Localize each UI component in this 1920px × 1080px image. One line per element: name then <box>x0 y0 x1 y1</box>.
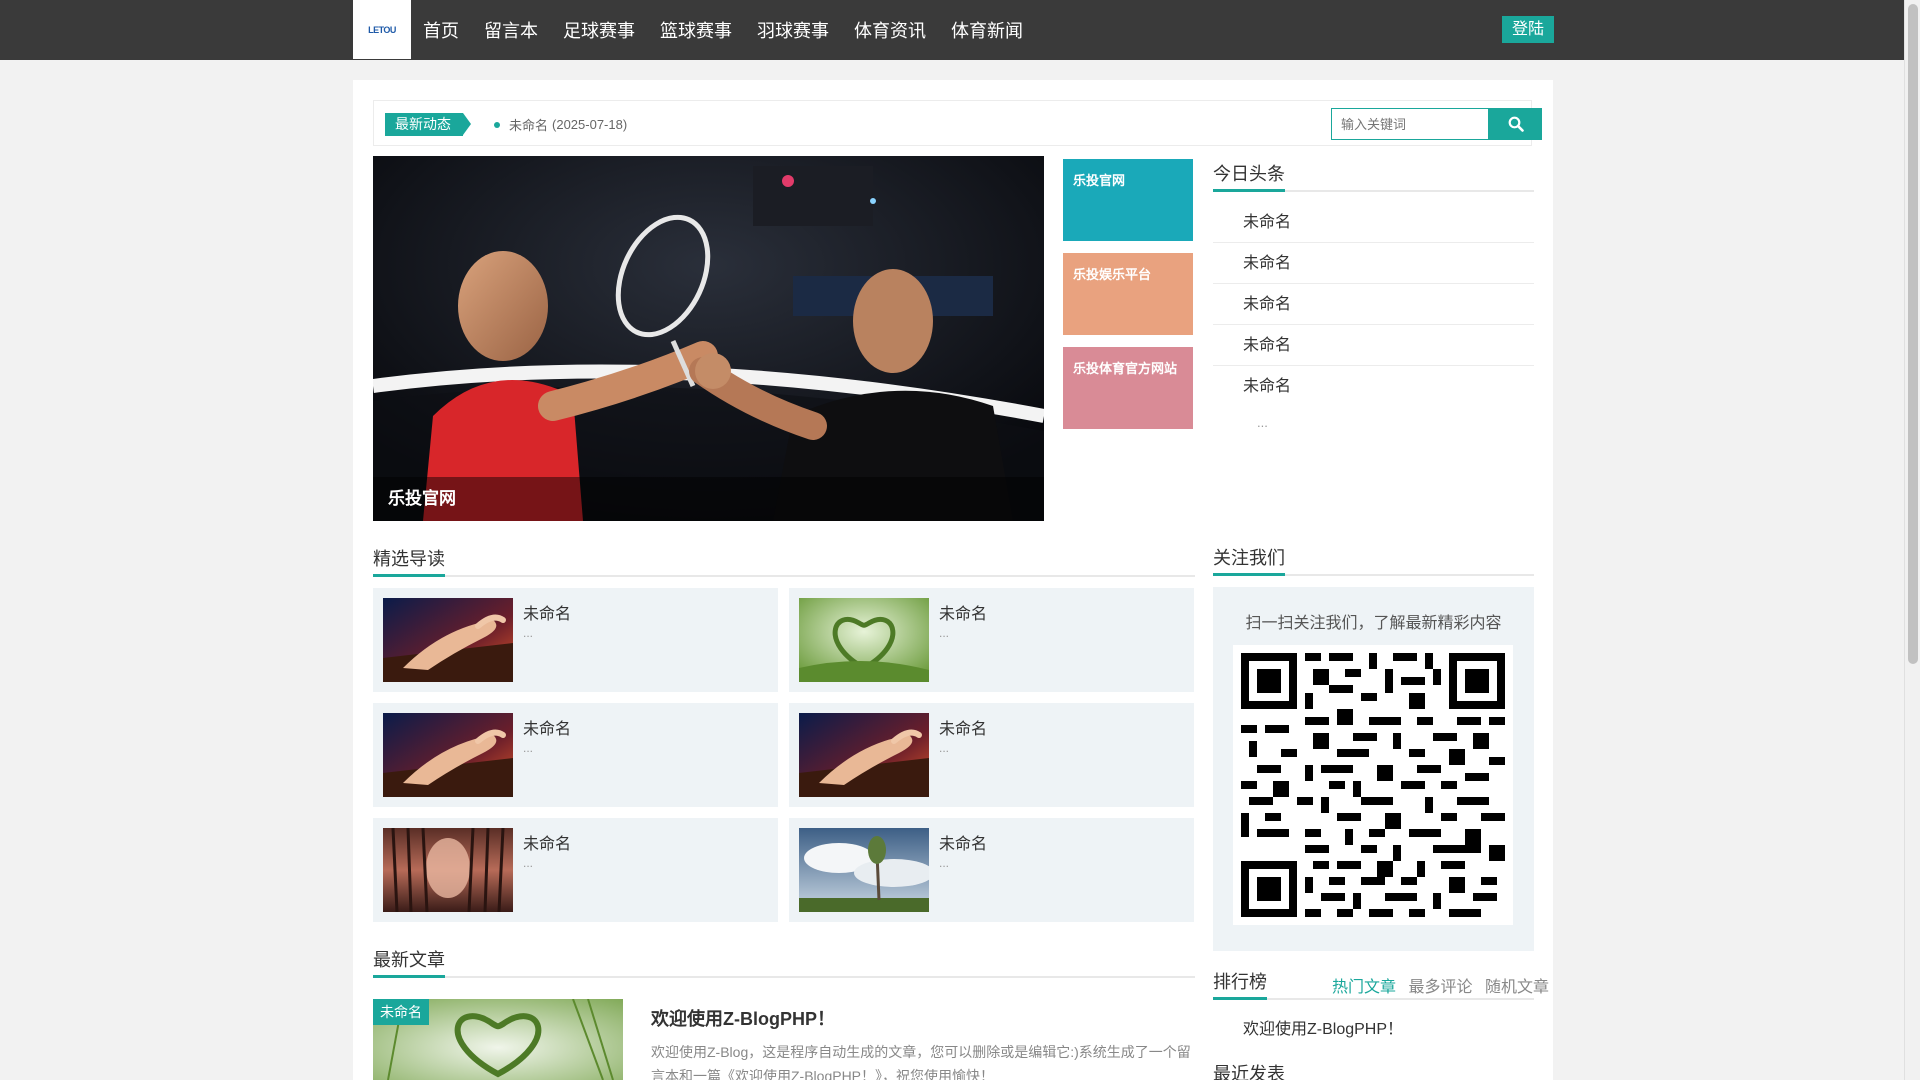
card-title[interactable]: 未命名 <box>523 830 571 854</box>
card-thumbnail[interactable] <box>799 713 929 797</box>
headline-item[interactable]: 未命名 <box>1213 284 1534 325</box>
article-thumbnail[interactable]: 未命名 <box>373 999 623 1080</box>
nav-item-basketball[interactable]: 篮球赛事 <box>660 17 732 43</box>
scrollbar-thumb[interactable] <box>1908 4 1918 664</box>
search-input[interactable] <box>1331 108 1489 140</box>
featured-underline <box>373 574 445 577</box>
bullet-dot-icon <box>494 121 500 128</box>
featured-card[interactable]: 未命名 ... <box>789 703 1194 807</box>
follow-box: 扫一扫关注我们，了解最新精彩内容 <box>1213 587 1534 951</box>
headlines-more: ... <box>1257 415 1268 430</box>
follow-text: 扫一扫关注我们，了解最新精彩内容 <box>1245 615 1502 632</box>
follow-title: 关注我们 <box>1213 548 1285 568</box>
card-thumbnail[interactable] <box>383 828 513 912</box>
headline-item[interactable]: 未命名 <box>1213 243 1534 284</box>
tab-most-comments[interactable]: 最多评论 <box>1408 979 1472 996</box>
news-ticker: 最新动态 未命名 (2025-07-18) <box>373 100 1542 146</box>
logo-text: LETOU <box>368 24 396 35</box>
main-menu: 首页 留言本 足球赛事 篮球赛事 羽球赛事 体育资讯 体育新闻 <box>423 0 1048 60</box>
card-desc: ... <box>939 626 950 640</box>
card-title[interactable]: 未命名 <box>523 715 571 739</box>
ranking-underline <box>1213 997 1267 1000</box>
headlines-title: 今日头条 <box>1213 164 1285 184</box>
card-title[interactable]: 未命名 <box>939 600 987 624</box>
site-logo[interactable]: LETOU <box>353 0 411 59</box>
featured-card[interactable]: 未命名 ... <box>789 588 1194 692</box>
nav-item-guestbook[interactable]: 留言本 <box>484 17 538 43</box>
card-desc: ... <box>939 741 950 755</box>
card-desc: ... <box>523 856 534 870</box>
follow-underline <box>1213 573 1285 576</box>
hero-slider[interactable]: 乐投官网 <box>373 156 1044 521</box>
tile-letou-official[interactable]: 乐投官网 <box>1063 159 1193 241</box>
card-thumbnail[interactable] <box>799 598 929 682</box>
card-title[interactable]: 未命名 <box>939 715 987 739</box>
card-title[interactable]: 未命名 <box>939 830 987 854</box>
ticker-item-date: (2025-07-18) <box>552 117 628 132</box>
qr-code-icon <box>1241 653 1505 917</box>
article-title[interactable]: 欢迎使用Z-BlogPHP！ <box>651 1005 835 1031</box>
card-title[interactable]: 未命名 <box>523 600 571 624</box>
nav-item-sports-news[interactable]: 体育新闻 <box>951 17 1023 43</box>
tab-hot-articles[interactable]: 热门文章 <box>1332 979 1396 996</box>
tile-letou-entertainment[interactable]: 乐投娱乐平台 <box>1063 253 1193 335</box>
featured-divider <box>373 575 1195 577</box>
featured-card[interactable]: 未命名 ... <box>789 818 1194 922</box>
latest-title: 最新文章 <box>373 950 445 970</box>
article-category-badge[interactable]: 未命名 <box>373 999 429 1025</box>
card-thumbnail[interactable] <box>383 713 513 797</box>
card-desc: ... <box>523 626 534 640</box>
ticker-item-title[interactable]: 未命名 <box>509 115 548 134</box>
featured-card[interactable]: 未命名 ... <box>373 703 778 807</box>
page-scrollbar[interactable] <box>1904 0 1920 1080</box>
login-button[interactable]: 登陆 <box>1502 16 1554 43</box>
ranking-title: 排行榜 <box>1213 972 1267 992</box>
tab-random-articles[interactable]: 随机文章 <box>1485 979 1549 996</box>
search-button[interactable] <box>1489 108 1542 140</box>
recent-title: 最近发表 <box>1213 1064 1285 1080</box>
card-thumbnail[interactable] <box>799 828 929 912</box>
slider-image <box>373 156 1044 521</box>
top-nav: LETOU 首页 留言本 足球赛事 篮球赛事 羽球赛事 体育资讯 体育新闻 登陆 <box>0 0 1904 60</box>
nav-item-sports-info[interactable]: 体育资讯 <box>854 17 926 43</box>
featured-card[interactable]: 未命名 ... <box>373 818 778 922</box>
latest-underline <box>373 975 445 978</box>
ticker-item[interactable]: 未命名 (2025-07-18) <box>494 115 627 134</box>
ranking-tabs: 热门文章 最多评论 随机文章 <box>1324 973 1549 997</box>
main-container: 最新动态 未命名 (2025-07-18) 输入关键词 乐投官网 乐投官网 乐投… <box>353 80 1553 1080</box>
search-icon <box>1508 116 1524 132</box>
ticker-tag: 最新动态 <box>385 113 471 136</box>
featured-card[interactable]: 未命名 ... <box>373 588 778 692</box>
nav-item-home[interactable]: 首页 <box>423 17 459 43</box>
headlines-underline <box>1213 189 1285 192</box>
slider-caption[interactable]: 乐投官网 <box>373 477 1044 521</box>
article-excerpt: 欢迎使用Z-Blog，这是程序自动生成的文章，您可以删除或是编辑它:)系统生成了… <box>651 1044 1191 1080</box>
headline-item[interactable]: 未命名 <box>1213 325 1534 366</box>
nav-item-badminton[interactable]: 羽球赛事 <box>757 17 829 43</box>
card-thumbnail[interactable] <box>383 598 513 682</box>
latest-divider <box>373 976 1195 978</box>
card-desc: ... <box>939 856 950 870</box>
card-desc: ... <box>523 741 534 755</box>
headline-item[interactable]: 未命名 <box>1213 366 1534 407</box>
nav-item-football[interactable]: 足球赛事 <box>563 17 635 43</box>
headline-item[interactable]: 未命名 <box>1213 202 1534 243</box>
ranking-item[interactable]: 欢迎使用Z-BlogPHP！ <box>1243 1015 1403 1039</box>
tile-letou-sports[interactable]: 乐投体育官方网站 <box>1063 347 1193 429</box>
featured-title: 精选导读 <box>373 549 445 569</box>
qr-code <box>1233 645 1513 925</box>
